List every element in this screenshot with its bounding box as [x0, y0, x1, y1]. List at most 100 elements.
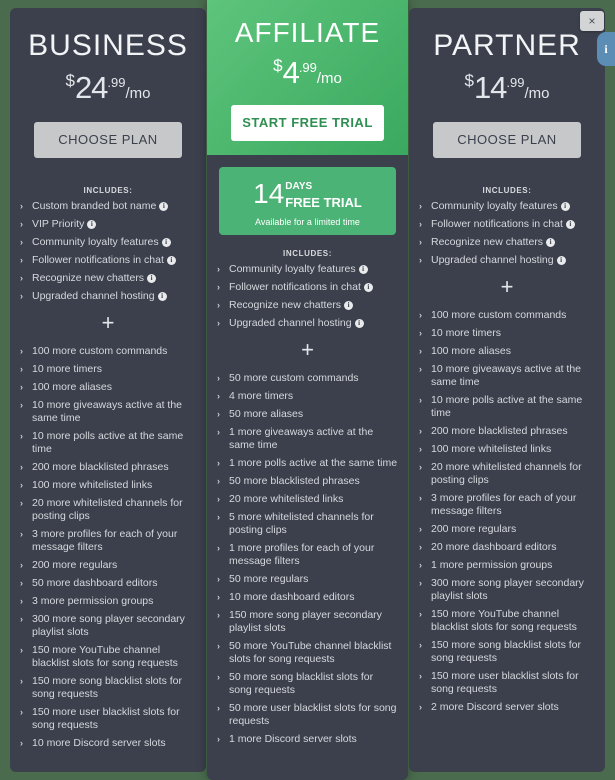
feature-label: Upgraded channel hosting [431, 253, 554, 266]
info-icon[interactable]: i [354, 319, 364, 329]
feature-label: 4 more timers [229, 390, 294, 403]
feature-label: 50 more user blacklist slots for song re… [229, 702, 397, 728]
chevron-right-icon: › [419, 559, 422, 570]
info-icon[interactable]: i [157, 291, 167, 301]
info-icon[interactable]: i [87, 219, 97, 229]
chevron-right-icon: › [20, 200, 23, 211]
chevron-right-icon: › [217, 703, 220, 714]
feature-item: › 200 more blacklisted phrases [419, 425, 595, 438]
info-icon[interactable]: i [344, 301, 354, 311]
trial-words: DAYS FREE TRIAL [285, 176, 362, 212]
plan-features-affiliate: INCLUDES: › Community loyalty features i › F… [207, 235, 408, 761]
plan-card-partner: PARTNER $14.99/mo CHOOSE PLAN INCLUDES: … [409, 8, 605, 772]
info-icon[interactable]: i [166, 255, 176, 265]
chevron-right-icon: › [217, 734, 220, 745]
feature-item: › 10 more polls active at the same time [20, 430, 196, 456]
info-icon[interactable]: i [159, 201, 169, 211]
info-icon[interactable]: i [161, 237, 171, 247]
feature-item: › 150 more user blacklist slots for song … [419, 670, 595, 696]
chevron-right-icon: › [419, 701, 422, 712]
feature-item: › Community loyalty features i [419, 200, 595, 213]
feature-item: › 10 more giveaways active at the same ti… [20, 399, 196, 425]
trial-days-number: 14 [253, 178, 285, 210]
feature-item: › 20 more dashboard editors [419, 541, 595, 554]
chevron-right-icon: › [217, 427, 220, 438]
choose-plan-button-business[interactable]: CHOOSE PLAN [34, 121, 182, 158]
feature-label: 100 more custom commands [431, 308, 567, 321]
feature-item: › 200 more blacklisted phrases [20, 461, 196, 474]
chevron-right-icon: › [20, 644, 23, 655]
feature-item: › 150 more YouTube channel blacklist slot… [419, 608, 595, 634]
feature-item: › 1 more polls active at the same time [217, 457, 398, 470]
info-icon[interactable]: i [363, 283, 373, 293]
chevron-right-icon: › [419, 639, 422, 650]
info-icon[interactable]: i [565, 219, 575, 229]
feature-item: › 10 more Discord server slots [20, 737, 196, 750]
info-icon[interactable]: i [556, 255, 566, 265]
feature-item: › Follower notifications in chat i [217, 281, 398, 294]
feature-label: 20 more whitelisted channels for posting… [431, 460, 582, 486]
feature-label: Custom branded bot name [32, 199, 157, 212]
includes-label: INCLUDES: [283, 249, 332, 259]
free-trial-badge: 14 DAYS FREE TRIAL Available for a limit… [219, 167, 396, 236]
plan-features-partner: INCLUDES: › Community loyalty features i › F… [409, 172, 605, 729]
info-icon[interactable]: i [358, 265, 368, 275]
feature-item: › Follower notifications in chat i [419, 218, 595, 231]
feature-item: › 150 more user blacklist slots for song … [20, 706, 196, 732]
feature-label: 10 more timers [32, 362, 103, 375]
feature-item: › 150 more YouTube channel blacklist slot… [20, 644, 196, 670]
close-icon[interactable]: × [580, 11, 604, 31]
feature-label: 200 more blacklisted phrases [32, 460, 169, 473]
feature-item: › 3 more profiles for each of your messag… [20, 528, 196, 554]
start-free-trial-button[interactable]: START FREE TRIAL [231, 105, 384, 142]
extras-list-affiliate: › 50 more custom commands › 4 more timers › 5… [217, 372, 398, 746]
feature-label: 10 more dashboard editors [229, 591, 355, 604]
includes-list-partner: › Community loyalty features i › Follower no… [419, 200, 595, 267]
feature-item: › 100 more aliases [419, 345, 595, 358]
chevron-right-icon: › [20, 595, 23, 606]
price-period: /mo [125, 84, 151, 102]
feature-item: › 3 more permission groups [20, 595, 196, 608]
chevron-right-icon: › [20, 559, 23, 570]
info-icon[interactable]: i [597, 32, 615, 66]
chevron-right-icon: › [217, 282, 220, 293]
info-icon[interactable]: i [560, 201, 570, 211]
feature-label: 100 more whitelisted links [431, 442, 552, 455]
feature-item: › 1 more profiles for each of your messag… [217, 542, 398, 568]
chevron-right-icon: › [217, 672, 220, 683]
chevron-right-icon: › [419, 541, 422, 552]
feature-item: › 200 more regulars [419, 523, 595, 536]
chevron-right-icon: › [20, 461, 23, 472]
feature-label: Recognize new chatters [32, 271, 145, 284]
chevron-right-icon: › [20, 497, 23, 508]
plan-price-affiliate: $4.99/mo [219, 55, 396, 91]
feature-item: › 10 more timers [20, 363, 196, 376]
feature-item: › 50 more regulars [217, 573, 398, 586]
feature-item: › 200 more regulars [20, 559, 196, 572]
feature-item: › Custom branded bot name i [20, 200, 196, 213]
feature-label: 3 more profiles for each of your message… [32, 527, 178, 553]
chevron-right-icon: › [20, 706, 23, 717]
feature-label: 50 more YouTube channel blacklist slots … [229, 640, 392, 666]
info-icon[interactable]: i [546, 237, 556, 247]
feature-item: › 100 more aliases [20, 381, 196, 394]
feature-label: Community loyalty features [229, 263, 356, 276]
feature-label: Recognize new chatters [431, 235, 544, 248]
feature-label: Recognize new chatters [229, 299, 342, 312]
feature-label: Community loyalty features [431, 199, 558, 212]
feature-label: 100 more whitelisted links [32, 478, 153, 491]
choose-plan-button-partner[interactable]: CHOOSE PLAN [433, 121, 581, 158]
chevron-right-icon: › [217, 409, 220, 420]
chevron-right-icon: › [20, 236, 23, 247]
feature-label: 20 more dashboard editors [431, 540, 557, 553]
chevron-right-icon: › [419, 425, 422, 436]
info-icon[interactable]: i [147, 273, 157, 283]
price-period: /mo [524, 84, 550, 102]
feature-label: Upgraded channel hosting [32, 289, 155, 302]
feature-item: › 10 more dashboard editors [217, 591, 398, 604]
pricing-page: BUSINESS $24.99/mo CHOOSE PLAN INCLUDES:… [0, 0, 615, 780]
chevron-right-icon: › [419, 363, 422, 374]
chevron-right-icon: › [20, 737, 23, 748]
price-currency: $ [464, 70, 474, 90]
chevron-right-icon: › [20, 345, 23, 356]
